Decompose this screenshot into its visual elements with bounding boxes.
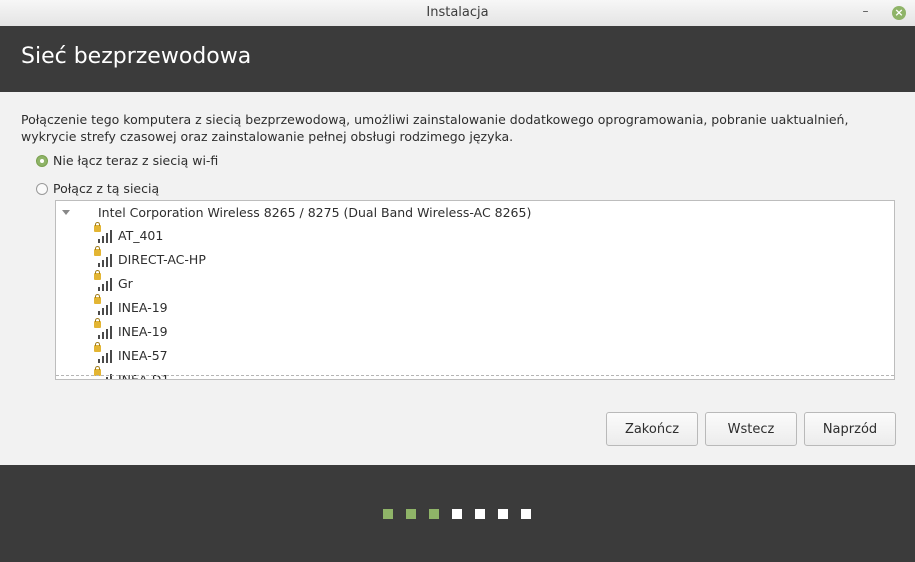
network-ssid: Gr [118,275,133,291]
progress-dot-pending [498,509,508,519]
expander-triangle-icon[interactable] [62,210,70,215]
network-list[interactable]: Intel Corporation Wireless 8265 / 8275 (… [55,200,895,380]
progress-dot-pending [521,509,531,519]
quit-button[interactable]: Zakończ [606,412,698,446]
wifi-secured-signal-icon [94,246,114,267]
wifi-secured-signal-icon [94,294,114,315]
adapter-row[interactable]: Intel Corporation Wireless 8265 / 8275 (… [62,205,531,220]
progress-dot-pending [475,509,485,519]
description-text: Połączenie tego komputera z siecią bezpr… [21,112,849,144]
title-bar: Instalacja – × [0,0,915,27]
progress-dot-done [406,509,416,519]
wifi-secured-signal-icon [94,270,114,291]
wifi-secured-signal-icon [94,318,114,339]
radio-no-connect[interactable]: Nie łącz teraz z siecią wi-fi [36,153,218,168]
wifi-secured-signal-icon [94,222,114,243]
network-ssid: INEA-19 [118,299,168,315]
network-item[interactable]: AT_401 [94,222,164,245]
network-item[interactable]: INEA-57 [94,342,168,365]
progress-dot-done [429,509,439,519]
radio-no-connect-indicator[interactable] [36,154,48,167]
footer [0,465,915,562]
radio-no-connect-label: Nie łącz teraz z siecią wi-fi [53,153,219,168]
close-icon[interactable]: × [892,6,906,20]
network-item[interactable]: Gr [94,270,133,293]
network-item[interactable]: DIRECT-AC-HP [94,246,206,269]
network-ssid: AT_401 [118,227,164,243]
radio-connect[interactable]: Połącz z tą siecią [36,181,159,196]
page-header: Sieć bezprzewodowa [0,26,915,92]
window-title: Instalacja [426,5,489,20]
progress-indicator [383,509,544,519]
radio-connect-label: Połącz z tą siecią [53,181,160,196]
main-content: Połączenie tego komputera z siecią bezpr… [0,92,915,465]
network-ssid: INEA-57 [118,347,168,363]
network-item[interactable]: INEA-19 [94,318,168,341]
radio-connect-indicator[interactable] [36,182,48,195]
progress-dot-done [383,509,393,519]
list-scroll-divider [56,375,894,376]
adapter-name: Intel Corporation Wireless 8265 / 8275 (… [98,205,532,220]
back-button[interactable]: Wstecz [705,412,797,446]
wifi-secured-signal-icon [94,342,114,363]
network-item[interactable]: INEA-19 [94,294,168,317]
minimize-icon[interactable]: – [861,5,870,17]
network-ssid: DIRECT-AC-HP [118,251,206,267]
progress-dot-pending [452,509,462,519]
network-ssid: INEA-19 [118,323,168,339]
page-title: Sieć bezprzewodowa [21,44,252,69]
forward-button[interactable]: Naprzód [804,412,896,446]
